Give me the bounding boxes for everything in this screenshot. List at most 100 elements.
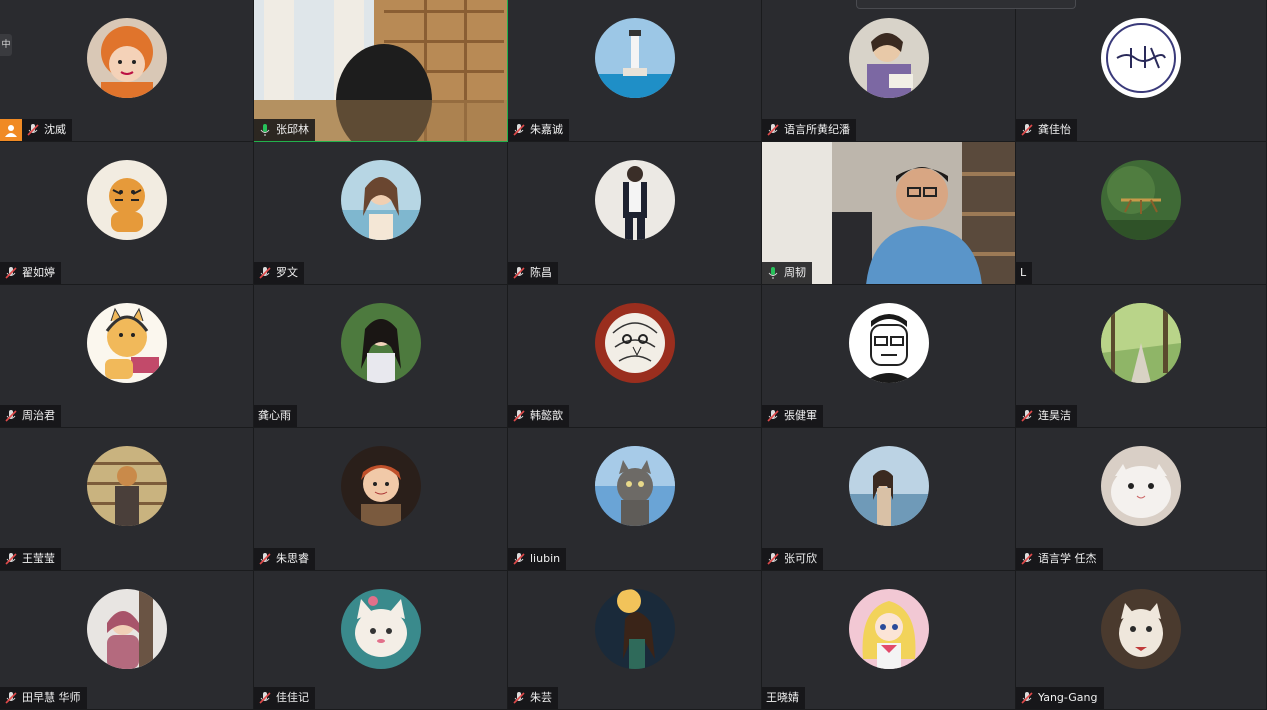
mic-muted-icon [5,267,17,279]
participant-avatar [1101,589,1181,669]
participant-tile[interactable]: 罗文 [254,142,508,285]
participant-tile[interactable]: 王晓婧 [762,571,1016,710]
participant-tile[interactable]: liubin [508,428,762,571]
participant-avatar [594,446,675,526]
participant-tile[interactable]: 沈威 [0,0,254,142]
participant-tile[interactable]: 翟如婷 [0,142,254,285]
top-toolbar-handle[interactable] [856,0,1076,9]
participant-name-tag: 罗文 [254,262,304,284]
participant-avatar [86,589,167,669]
mic-muted-icon [259,267,271,279]
mic-muted-icon [259,692,271,704]
participant-name-tag: 朱芸 [508,687,558,709]
participant-tile[interactable]: 佳佳记 [254,571,508,710]
participant-name-tag: 朱思睿 [254,548,315,570]
participant-avatar [848,303,929,383]
participant-name: 翟如婷 [22,266,55,279]
participant-tile[interactable]: 连昊洁 [1016,285,1267,428]
participant-tile-active-speaker[interactable]: 张邱林 [254,0,508,142]
participant-tile[interactable]: 韩懿歆 [508,285,762,428]
participant-name-tag: 龚佳怡 [1016,119,1077,141]
participant-tile[interactable]: Yang-Gang [1016,571,1267,710]
participant-name: 王晓婧 [766,691,799,704]
participant-name-tag: 张可欣 [762,548,823,570]
participant-name: 周治君 [22,409,55,422]
participant-tile[interactable]: 陈昌 [508,142,762,285]
participant-name: 佳佳记 [276,691,309,704]
participant-name-tag: 语言学 任杰 [1016,548,1103,570]
participant-name-tag: liubin [508,548,567,570]
participant-avatar [594,303,675,383]
participant-tile[interactable]: 朱思睿 [254,428,508,571]
participant-name-tag: 周治君 [0,405,61,427]
participant-name: 沈威 [44,123,66,136]
participant-avatar [594,160,675,240]
participant-avatar [1101,446,1181,526]
participant-name-tag: 佳佳记 [254,687,315,709]
participant-name: 韩懿歆 [530,409,563,422]
participant-name: 龚心雨 [258,409,291,422]
participant-avatar [848,446,929,526]
participant-name-tag: 沈威 [22,119,72,141]
participant-grid: 沈威 张邱林 朱嘉诚 语言所黄纪潘 龚佳怡 翟如婷 罗文 陈昌 周韧 L 周治君… [0,0,1267,710]
participant-tile[interactable]: 周治君 [0,285,254,428]
participant-avatar [1101,303,1181,383]
participant-tile[interactable]: L [1016,142,1267,285]
participant-name: 张邱林 [276,123,309,136]
participant-name-tag: 韩懿歆 [508,405,569,427]
mic-muted-icon [767,124,779,136]
participant-name: liubin [530,552,561,565]
participant-avatar [86,160,167,240]
participant-tile[interactable]: 周韧 [762,142,1016,285]
participant-name: 龚佳怡 [1038,123,1071,136]
mic-muted-icon [1021,692,1033,704]
participant-tile[interactable]: 语言所黄纪潘 [762,0,1016,142]
participant-name-tag: 连昊洁 [1016,405,1077,427]
participant-avatar [340,446,421,526]
participant-tile[interactable]: 田早慧 华师 [0,571,254,710]
participant-name-tag: 王晓婧 [762,687,805,709]
mic-muted-icon [5,553,17,565]
participant-tile[interactable]: 龚佳怡 [1016,0,1267,142]
participant-avatar [848,18,929,98]
participant-name: 语言所黄纪潘 [784,123,850,136]
participant-name: 朱嘉诚 [530,123,563,136]
participant-tile[interactable]: 王莹莹 [0,428,254,571]
participant-name-tag: 周韧 [762,262,812,284]
mic-muted-icon [513,553,525,565]
participant-name-tag: 王莹莹 [0,548,61,570]
participant-tile[interactable]: 朱芸 [508,571,762,710]
participant-name-tag: 田早慧 华师 [0,687,87,709]
participant-tile[interactable]: 朱嘉诚 [508,0,762,142]
mic-active-icon [260,124,270,136]
participant-avatar [86,303,167,383]
participant-tile[interactable]: 张可欣 [762,428,1016,571]
participant-avatar [848,589,929,669]
mic-muted-icon [1021,553,1033,565]
participant-name: 朱芸 [530,691,552,704]
participant-name-tag: 朱嘉诚 [508,119,569,141]
participant-tile[interactable]: 语言学 任杰 [1016,428,1267,571]
participant-name-tag: 張健軍 [762,405,823,427]
mic-muted-icon [5,692,17,704]
participant-avatar [86,18,167,98]
participant-tile[interactable]: 龚心雨 [254,285,508,428]
participant-name: 張健軍 [784,409,817,422]
mic-muted-icon [767,410,779,422]
mic-muted-icon [1021,410,1033,422]
participant-name-tag: 陈昌 [508,262,558,284]
mic-active-icon [768,267,778,279]
side-panel-label: 中 [1,40,11,50]
participant-avatar [340,303,421,383]
host-icon [0,119,22,141]
participant-name: 陈昌 [530,266,552,279]
mic-muted-icon [513,692,525,704]
mic-muted-icon [513,267,525,279]
participant-name: L [1020,266,1027,279]
participant-tile[interactable]: 張健軍 [762,285,1016,428]
participant-avatar [340,160,421,240]
side-panel-toggle[interactable]: 中 [0,34,12,56]
mic-muted-icon [513,410,525,422]
participant-avatar [594,18,675,98]
participant-name-tag: Yang-Gang [1016,687,1104,709]
